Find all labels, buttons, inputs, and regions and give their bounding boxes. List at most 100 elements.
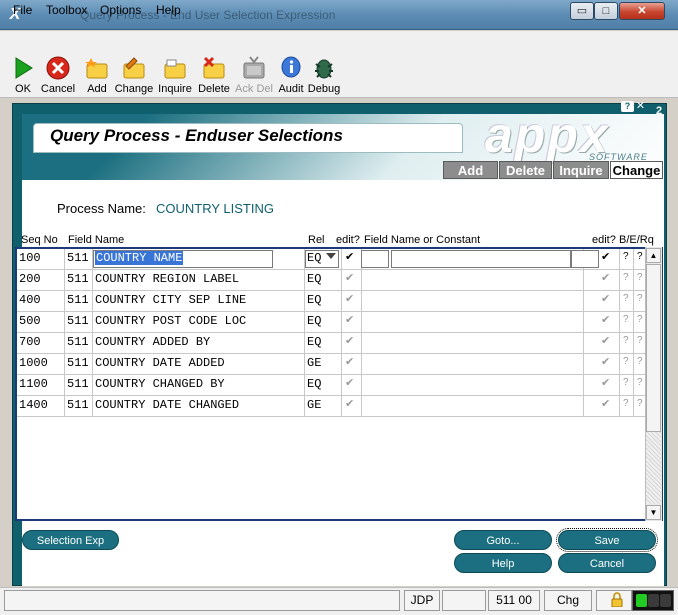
process-name-value: COUNTRY LISTING bbox=[156, 201, 274, 216]
edit2-check-icon[interactable]: ✔ bbox=[601, 271, 610, 284]
edit2-check-icon[interactable]: ✔ bbox=[601, 397, 610, 410]
column-divider bbox=[64, 270, 65, 291]
help-button[interactable]: Help bbox=[454, 553, 552, 573]
edit2-check-icon[interactable]: ✔ bbox=[601, 355, 610, 368]
file-no-cell: 511 bbox=[67, 356, 89, 370]
save-button[interactable]: Save bbox=[556, 528, 658, 552]
column-divider bbox=[341, 270, 342, 291]
column-divider bbox=[341, 354, 342, 375]
ber-help-2[interactable]: ? bbox=[637, 314, 643, 325]
minimize-button[interactable]: ▭ bbox=[570, 2, 594, 20]
mode-add-tab[interactable]: Add bbox=[443, 161, 498, 179]
ackdel-tool-button[interactable]: Ack Del bbox=[234, 53, 274, 99]
delete-tool-button[interactable]: Delete bbox=[196, 53, 232, 99]
maximize-button[interactable]: □ bbox=[594, 2, 618, 20]
cancel-tool-button[interactable]: Cancel bbox=[40, 53, 76, 99]
scroll-track[interactable] bbox=[646, 432, 661, 504]
change-tool-button[interactable]: Change bbox=[114, 53, 154, 99]
ber-help-1[interactable]: ? bbox=[623, 272, 629, 283]
scroll-thumb[interactable] bbox=[646, 264, 661, 432]
table-row[interactable]: 1000 511 COUNTRY DATE ADDED GE ✔ ✔?? bbox=[17, 354, 647, 375]
edit2-check-icon[interactable]: ✔ bbox=[601, 250, 610, 263]
ber-help-2[interactable]: ? bbox=[637, 251, 643, 262]
table-row[interactable]: 1400 511 COUNTRY DATE CHANGED GE ✔ ✔?? bbox=[17, 396, 647, 417]
audit-tool-button[interactable]: Audit bbox=[276, 53, 306, 99]
ber-help-2[interactable]: ? bbox=[637, 377, 643, 388]
inquire-tool-button[interactable]: Inquire bbox=[156, 53, 194, 99]
table-row[interactable]: 500 511 COUNTRY POST CODE LOC EQ ✔ ✔?? bbox=[17, 312, 647, 333]
column-divider bbox=[583, 396, 584, 417]
chevron-down-icon[interactable] bbox=[326, 253, 336, 259]
edit2-check-icon[interactable]: ✔ bbox=[601, 376, 610, 389]
edit-check-icon[interactable]: ✔ bbox=[345, 271, 354, 284]
edit-check-icon[interactable]: ✔ bbox=[345, 250, 354, 263]
edit-check-icon[interactable]: ✔ bbox=[345, 376, 354, 389]
menu-file[interactable]: File bbox=[13, 3, 32, 17]
table-row[interactable]: 1100 511 COUNTRY CHANGED BY EQ ✔ ✔?? bbox=[17, 375, 647, 396]
column-divider bbox=[361, 396, 362, 417]
selection-exp-button[interactable]: Selection Exp bbox=[22, 530, 119, 550]
table-row[interactable]: 700 511 COUNTRY ADDED BY EQ ✔ ✔?? bbox=[17, 333, 647, 354]
ber-help-1[interactable]: ? bbox=[623, 314, 629, 325]
constant-field-input[interactable] bbox=[391, 250, 571, 268]
ber-help-2[interactable]: ? bbox=[637, 293, 643, 304]
rel-cell: EQ bbox=[307, 314, 322, 328]
edit-check-icon[interactable]: ✔ bbox=[345, 355, 354, 368]
ber-help-1[interactable]: ? bbox=[623, 356, 629, 367]
column-divider bbox=[341, 375, 342, 396]
column-divider bbox=[619, 375, 620, 396]
edit-check-icon[interactable]: ✔ bbox=[345, 313, 354, 326]
table-row[interactable]: 200 511 COUNTRY REGION LABEL EQ ✔ ✔?? bbox=[17, 270, 647, 291]
column-divider bbox=[92, 354, 93, 375]
ber-help-1[interactable]: ? bbox=[623, 293, 629, 304]
ber-help-2[interactable]: ? bbox=[637, 272, 643, 283]
dark-light-icon bbox=[660, 594, 671, 607]
edit-check-icon[interactable]: ✔ bbox=[345, 397, 354, 410]
ber-help-2[interactable]: ? bbox=[637, 335, 643, 346]
delete-tool-label: Delete bbox=[198, 83, 230, 95]
add-folder-icon bbox=[85, 58, 108, 79]
mode-inquire-tab[interactable]: Inquire bbox=[553, 161, 609, 179]
ber-help-2[interactable]: ? bbox=[637, 398, 643, 409]
column-divider bbox=[361, 291, 362, 312]
ber-help-1[interactable]: ? bbox=[623, 398, 629, 409]
edit-check-icon[interactable]: ✔ bbox=[345, 334, 354, 347]
debug-tool-button[interactable]: Debug bbox=[306, 53, 342, 99]
edit-check-icon[interactable]: ✔ bbox=[345, 292, 354, 305]
edit2-check-icon[interactable]: ✔ bbox=[601, 334, 610, 347]
ber-help-1[interactable]: ? bbox=[623, 335, 629, 346]
edit2-check-icon[interactable]: ✔ bbox=[601, 292, 610, 305]
menu-options[interactable]: Options bbox=[100, 3, 141, 17]
mode-delete-tab[interactable]: Delete bbox=[499, 161, 552, 179]
constant-extra-input[interactable] bbox=[571, 250, 599, 268]
col-edit1: edit? bbox=[336, 234, 360, 246]
close-window-button[interactable]: ✕ bbox=[619, 2, 665, 20]
constant-file-input[interactable] bbox=[361, 250, 389, 268]
ber-help-2[interactable]: ? bbox=[637, 356, 643, 367]
goto-button[interactable]: Goto... bbox=[454, 530, 552, 550]
status-blank bbox=[442, 590, 486, 611]
column-divider bbox=[92, 375, 93, 396]
menu-help[interactable]: Help bbox=[156, 3, 181, 17]
column-divider bbox=[619, 270, 620, 291]
frame-close-icon[interactable]: ✕ bbox=[635, 101, 646, 112]
add-tool-button[interactable]: Add bbox=[82, 53, 112, 99]
rel-cell: EQ bbox=[307, 377, 322, 391]
menu-toolbox[interactable]: Toolbox bbox=[46, 3, 87, 17]
file-no-cell: 511 bbox=[67, 314, 89, 328]
ok-tool-button[interactable]: OK bbox=[8, 53, 38, 99]
table-row[interactable]: 100 511 COUNTRY NAME EQ ✔ ✔?? bbox=[17, 249, 647, 270]
column-divider bbox=[361, 375, 362, 396]
table-row[interactable]: 400 511 COUNTRY CITY SEP LINE EQ ✔ ✔?? bbox=[17, 291, 647, 312]
edit2-check-icon[interactable]: ✔ bbox=[601, 313, 610, 326]
cancel-button[interactable]: Cancel bbox=[558, 553, 656, 573]
ber-help-1[interactable]: ? bbox=[623, 251, 629, 262]
frame-help-icon[interactable]: ? bbox=[621, 101, 634, 112]
ok-tool-label: OK bbox=[15, 83, 31, 95]
screen-title: Query Process - Enduser Selections bbox=[50, 126, 343, 145]
ber-help-1[interactable]: ? bbox=[623, 377, 629, 388]
scroll-down-icon[interactable]: ▼ bbox=[646, 505, 661, 520]
scroll-up-icon[interactable]: ▲ bbox=[646, 248, 661, 263]
file-no-cell: 511 bbox=[67, 251, 89, 265]
mode-change-tab[interactable]: Change bbox=[610, 161, 663, 179]
